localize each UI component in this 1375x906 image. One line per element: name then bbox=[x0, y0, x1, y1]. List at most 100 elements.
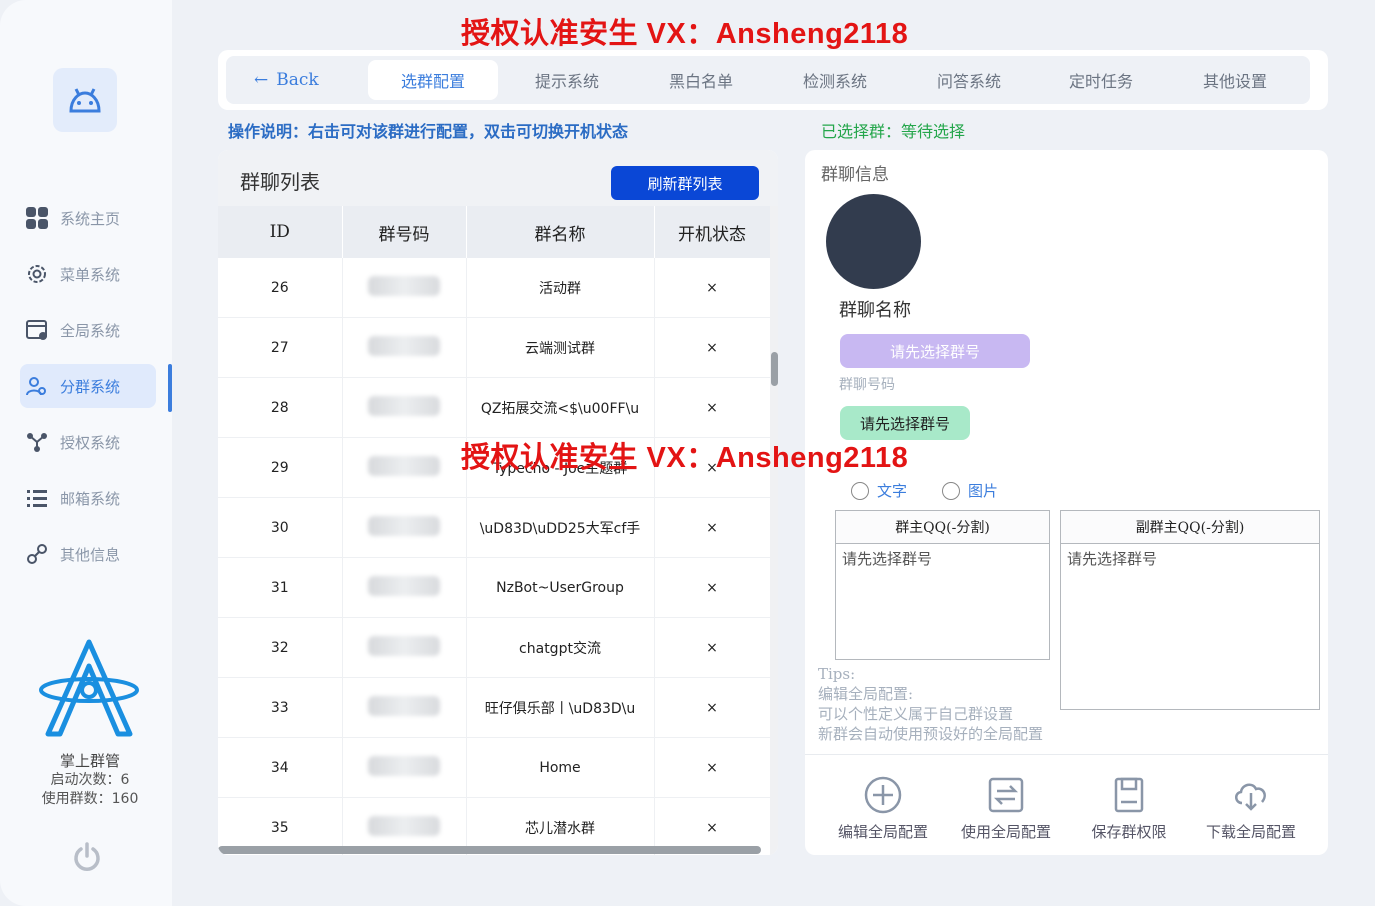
select-group-first-button[interactable]: 请先选择群号 bbox=[840, 334, 1030, 368]
watermark-middle: 授权认准安生 VX：Ansheng2118 bbox=[461, 442, 909, 474]
row-number bbox=[342, 497, 467, 558]
radio-text[interactable]: 文字 bbox=[851, 480, 907, 501]
watermark-top: 授权认准安生 VX：Ansheng2118 bbox=[461, 18, 909, 50]
table-row[interactable]: 34 Home × bbox=[218, 737, 771, 798]
radio-circle bbox=[942, 481, 960, 500]
row-status[interactable]: × bbox=[654, 258, 771, 318]
window-settings-icon bbox=[24, 317, 50, 343]
table-row[interactable]: 27 云端测试群 × bbox=[218, 317, 771, 378]
owner-qq-title: 群主QQ(-分割) bbox=[836, 511, 1049, 544]
redacted-number bbox=[368, 455, 440, 476]
sidebar-item-other[interactable]: 其他信息 bbox=[20, 532, 156, 576]
save-group-permission-button[interactable]: 保存群权限 bbox=[1069, 775, 1189, 842]
tab-blacklist[interactable]: 黑白名单 bbox=[636, 60, 766, 100]
row-name: \uD83D\uDD25大军cf手 bbox=[466, 497, 655, 558]
divider bbox=[805, 754, 1328, 755]
link-icon bbox=[24, 541, 50, 567]
group-number-label: 群聊号码 bbox=[839, 377, 895, 393]
row-status[interactable]: × bbox=[654, 377, 771, 438]
sidebar-item-label: 邮箱系统 bbox=[60, 489, 121, 508]
back-button[interactable]: ← Back bbox=[254, 70, 319, 90]
redacted-number bbox=[368, 635, 440, 656]
redacted-number bbox=[368, 755, 440, 776]
sidebar-item-label: 菜单系统 bbox=[60, 265, 121, 284]
redacted-number bbox=[368, 275, 440, 296]
sidebar-item-group[interactable]: 分群系统 bbox=[20, 364, 156, 408]
row-id: 34 bbox=[218, 737, 343, 798]
horizontal-scrollbar[interactable] bbox=[218, 846, 761, 854]
sidebar-item-menu[interactable]: 菜单系统 bbox=[20, 252, 156, 296]
save-icon bbox=[1109, 775, 1149, 815]
app-logo bbox=[30, 638, 148, 746]
row-number bbox=[342, 677, 467, 738]
swap-icon bbox=[986, 775, 1026, 815]
cloud-download-icon bbox=[1231, 775, 1271, 815]
sidebar: 系统主页 菜单系统 全局系统 分群系统 授权系统 邮箱系统 其他信息 掌上群管 … bbox=[0, 0, 172, 906]
row-status[interactable]: × bbox=[654, 317, 771, 378]
tab-scheduled[interactable]: 定时任务 bbox=[1036, 60, 1166, 100]
download-global-config-button[interactable]: 下载全局配置 bbox=[1191, 775, 1311, 842]
redacted-number bbox=[368, 395, 440, 416]
tab-bar: ← Back 选群配置 提示系统 黑白名单 检测系统 问答系统 定时任务 其他设… bbox=[218, 50, 1328, 110]
row-status[interactable]: × bbox=[654, 677, 771, 738]
tab-prompt-system[interactable]: 提示系统 bbox=[502, 60, 632, 100]
sidebar-item-home[interactable]: 系统主页 bbox=[20, 196, 156, 240]
owner-qq-input[interactable]: 请先选择群号 bbox=[836, 544, 1049, 573]
row-id: 28 bbox=[218, 377, 343, 438]
avatar bbox=[826, 194, 921, 289]
android-icon[interactable] bbox=[53, 68, 117, 132]
tab-other-settings[interactable]: 其他设置 bbox=[1170, 60, 1300, 100]
app-window: 系统主页 菜单系统 全局系统 分群系统 授权系统 邮箱系统 其他信息 掌上群管 … bbox=[0, 0, 1375, 906]
tab-detection[interactable]: 检测系统 bbox=[770, 60, 900, 100]
refresh-list-button[interactable]: 刷新群列表 bbox=[611, 166, 759, 200]
grid-icon bbox=[24, 205, 50, 231]
use-global-config-button[interactable]: 使用全局配置 bbox=[946, 775, 1066, 842]
table-row[interactable]: 26 活动群 × bbox=[218, 258, 771, 318]
column-header-id[interactable]: ID bbox=[218, 206, 343, 258]
table-row[interactable]: 30 \uD83D\uDD25大军cf手 × bbox=[218, 497, 771, 558]
table-row[interactable]: 33 旺仔俱乐部丨\uD83D\u × bbox=[218, 677, 771, 738]
sidebar-item-global[interactable]: 全局系统 bbox=[20, 308, 156, 352]
row-id: 32 bbox=[218, 617, 343, 678]
group-table: ID 群号码 群名称 开机状态 26 活动群 × 27 云端测试群 × 28 QZ拓展交流… bbox=[218, 206, 771, 855]
tips-text: Tips: 编辑全局配置: 可以个性定义属于自己群设置 新群会自动使用预设好的全… bbox=[818, 665, 1044, 743]
table-row[interactable]: 32 chatgpt交流 × bbox=[218, 617, 771, 678]
vertical-scrollbar[interactable] bbox=[770, 206, 778, 855]
row-id: 27 bbox=[218, 317, 343, 378]
row-number bbox=[342, 437, 467, 498]
column-header-status[interactable]: 开机状态 bbox=[654, 206, 771, 258]
group-count: 使用群数：160 bbox=[41, 791, 139, 807]
edit-global-config-button[interactable]: 编辑全局配置 bbox=[823, 775, 943, 842]
row-status[interactable]: × bbox=[654, 557, 771, 618]
gear-icon bbox=[24, 261, 50, 287]
active-nav-indicator bbox=[168, 364, 172, 412]
radio-image[interactable]: 图片 bbox=[942, 480, 998, 501]
group-name-label: 群聊名称 bbox=[839, 300, 911, 321]
owner-qq-box[interactable]: 群主QQ(-分割) 请先选择群号 bbox=[835, 510, 1050, 660]
column-header-number[interactable]: 群号码 bbox=[342, 206, 467, 258]
power-icon[interactable] bbox=[70, 840, 104, 874]
tab-qa[interactable]: 问答系统 bbox=[904, 60, 1034, 100]
deputy-qq-box[interactable]: 副群主QQ(-分割) 请先选择群号 bbox=[1060, 510, 1320, 710]
sidebar-item-mail[interactable]: 邮箱系统 bbox=[20, 476, 156, 520]
group-list-title: 群聊列表 bbox=[240, 170, 320, 194]
arrow-left-icon: ← bbox=[254, 70, 269, 90]
row-id: 29 bbox=[218, 437, 343, 498]
table-row[interactable]: 28 QZ拓展交流<$\u00FF\u × bbox=[218, 377, 771, 438]
sidebar-item-label: 分群系统 bbox=[60, 377, 121, 396]
selected-group-status: 已选择群：等待选择 bbox=[821, 122, 966, 141]
operation-hint: 操作说明：右击可对该群进行配置，双击可切换开机状态 bbox=[228, 122, 629, 141]
row-status[interactable]: × bbox=[654, 497, 771, 558]
row-name: Home bbox=[466, 737, 655, 798]
row-name: 旺仔俱乐部丨\uD83D\u bbox=[466, 677, 655, 738]
group-info-panel: 群聊信息 群聊名称 请先选择群号 群聊号码 请先选择群号 文字 图片 群主QQ(… bbox=[805, 150, 1328, 855]
vertical-scroll-thumb[interactable] bbox=[771, 352, 778, 386]
row-status[interactable]: × bbox=[654, 737, 771, 798]
deputy-qq-input[interactable]: 请先选择群号 bbox=[1061, 544, 1319, 573]
column-header-name[interactable]: 群名称 bbox=[466, 206, 655, 258]
tab-select-group[interactable]: 选群配置 bbox=[368, 60, 498, 100]
app-name: 掌上群管 bbox=[59, 752, 120, 770]
sidebar-item-auth[interactable]: 授权系统 bbox=[20, 420, 156, 464]
table-row[interactable]: 31 NzBot~UserGroup × bbox=[218, 557, 771, 618]
row-status[interactable]: × bbox=[654, 617, 771, 678]
